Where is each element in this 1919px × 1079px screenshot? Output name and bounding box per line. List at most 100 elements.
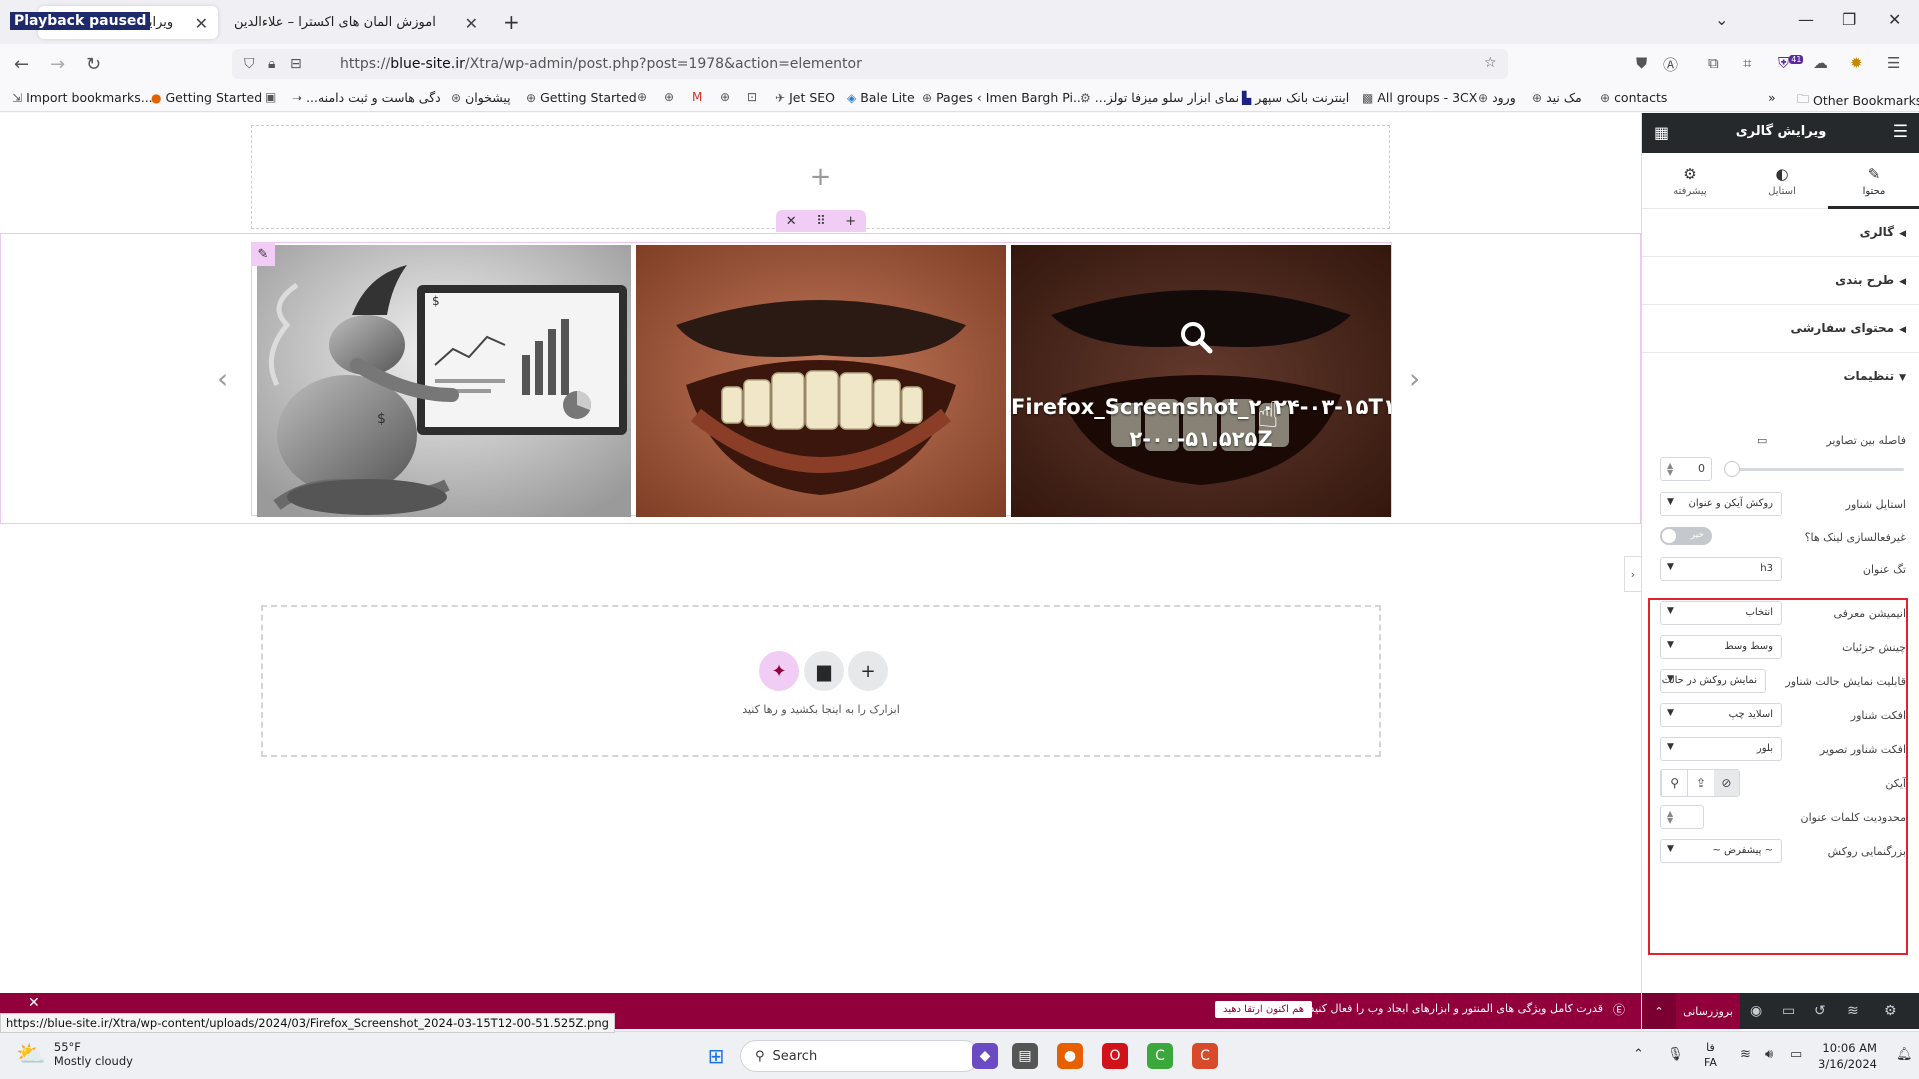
wifi-icon[interactable]: ≋: [1740, 1047, 1751, 1062]
hamburger-icon[interactable]: ☰: [1893, 122, 1908, 142]
notifications-icon[interactable]: 🔔︎: [1896, 1047, 1913, 1062]
search-icon[interactable]: [1179, 320, 1213, 358]
gallery-image-genie[interactable]: $ $: [257, 245, 631, 517]
section-layout[interactable]: ◀طرح بندی: [1642, 257, 1919, 305]
bookmark-star-icon[interactable]: ☆: [1484, 55, 1497, 71]
section-handle[interactable]: ✕ ⠿ +: [776, 210, 866, 232]
battery-icon[interactable]: ▭: [1790, 1047, 1802, 1062]
lightbox-select[interactable]: ▼ ~ پیشفرض ~: [1660, 839, 1782, 863]
section-custom-content[interactable]: ◀محتوای سفارشی: [1642, 305, 1919, 353]
bookmark-hosting[interactable]: ➝ ...دگی هاست و ثبت دامنه: [292, 90, 441, 105]
back-icon[interactable]: ←: [14, 54, 29, 75]
ai-sparkle-icon[interactable]: ✦: [759, 651, 799, 691]
taskbar-clock[interactable]: 10:06 AM 3/16/2024: [1818, 1040, 1877, 1072]
pocket-icon[interactable]: ⛊: [1636, 54, 1647, 72]
drag-handle-icon[interactable]: ⠿: [816, 214, 826, 229]
lock-icon[interactable]: 🔒︎: [268, 56, 275, 72]
upgrade-now-button[interactable]: هم اکنون ارتقا دهید: [1215, 1001, 1313, 1018]
intro-animation-select[interactable]: ▼ انتخاب: [1660, 601, 1782, 625]
bookmark-login[interactable]: ⊕ ورود: [1478, 90, 1516, 105]
publish-options-icon[interactable]: ⌃: [1642, 993, 1676, 1029]
volume-icon[interactable]: 🔊︎: [1765, 1047, 1773, 1062]
close-icon[interactable]: ✕: [28, 995, 40, 1011]
upload-icon[interactable]: ⇪: [1687, 770, 1713, 796]
preview-eye-icon[interactable]: ◉: [1750, 1003, 1762, 1019]
opera-icon[interactable]: O: [1102, 1043, 1128, 1069]
bookmark-pages[interactable]: ⊕ Pages ‹ Imen Bargh Pi...: [922, 90, 1085, 105]
firefox-taskbar-icon[interactable]: ●: [1057, 1043, 1083, 1069]
windows-start-icon[interactable]: ⊞: [703, 1043, 729, 1069]
restore-icon[interactable]: ❐: [1842, 10, 1856, 29]
overlay-style-select[interactable]: ▼ روکش آیکن و عنوان: [1660, 492, 1782, 516]
edit-widget-icon[interactable]: ✎: [251, 242, 275, 266]
folder-icon[interactable]: ▆: [804, 651, 844, 691]
tray-overflow-icon[interactable]: ⌃: [1633, 1047, 1644, 1062]
weather-widget[interactable]: ⛅ 55°F Mostly cloudy: [16, 1040, 133, 1068]
image-hover-select[interactable]: ▼ بلور: [1660, 737, 1782, 761]
detail-align-select[interactable]: ▼ وسط وسط: [1660, 635, 1782, 659]
hover-effect-select[interactable]: ▼ اسلاید چپ: [1660, 703, 1782, 727]
camtasia-green-icon[interactable]: C: [1147, 1043, 1173, 1069]
section-settings[interactable]: ▼تنظیمات: [1642, 353, 1919, 401]
extension-shield-icon[interactable]: ⛨ 41: [1778, 54, 1804, 72]
gallery-next-arrow[interactable]: ›: [1409, 362, 1420, 395]
bookmark-getting-started-2[interactable]: ⊕ Getting Started: [526, 90, 637, 105]
forward-icon[interactable]: →: [50, 54, 65, 75]
title-tag-select[interactable]: ▼ h3: [1660, 557, 1782, 581]
camtasia-red-icon[interactable]: C: [1192, 1043, 1218, 1069]
section-gallery[interactable]: ◀گالری: [1642, 209, 1919, 257]
responsive-mode-icon[interactable]: ▭: [1782, 1003, 1795, 1019]
bookmarks-overflow-icon[interactable]: »: [1768, 90, 1776, 105]
bookmark-tools[interactable]: ⚙ ...نمای ابزار سلو میزفا تولز: [1080, 90, 1239, 105]
bookmark-globe-2[interactable]: ⊕: [664, 90, 674, 104]
menu-icon[interactable]: ☰: [1887, 54, 1900, 72]
other-bookmarks[interactable]: 🗀︎ Other Bookmarks: [1797, 90, 1919, 111]
bookmark-gmail[interactable]: M: [692, 90, 702, 104]
gap-slider-track[interactable]: [1728, 468, 1904, 471]
bookmark-globe-3[interactable]: ⊕: [720, 90, 730, 104]
update-button[interactable]: بروزرسانی: [1676, 993, 1740, 1029]
gap-slider-handle[interactable]: [1724, 461, 1740, 477]
bookmark-globe-4[interactable]: ⊡: [747, 90, 757, 104]
list-all-tabs-icon[interactable]: ⌄: [1715, 10, 1728, 29]
gallery-prev-arrow[interactable]: ‹: [217, 362, 228, 395]
no-icon[interactable]: ⊘: [1713, 770, 1739, 796]
bookmark-getting-started[interactable]: ● Getting Started: [151, 90, 262, 105]
bookmark-bank[interactable]: ▙ اینترنت بانک سپهر: [1242, 90, 1349, 105]
hover-mode-select[interactable]: ▼نمایش روکش در حالت ش: [1660, 669, 1766, 693]
add-section-icon[interactable]: +: [848, 651, 888, 691]
panel-collapse-icon[interactable]: ›: [1624, 556, 1641, 592]
account-icon[interactable]: Ⓐ: [1663, 54, 1678, 75]
history-icon[interactable]: ↺: [1814, 1003, 1826, 1019]
plus-icon[interactable]: +: [810, 162, 832, 192]
close-icon[interactable]: ✕: [465, 14, 478, 33]
bookmark-globe-1[interactable]: ⊕: [637, 90, 647, 104]
minimize-icon[interactable]: —: [1798, 10, 1814, 29]
url-bar[interactable]: ⛉ 🔒︎ ⊟ https://blue-site.ir/Xtra/wp-admi…: [232, 49, 1508, 79]
navigator-icon[interactable]: ≋: [1847, 1003, 1859, 1019]
close-icon[interactable]: ✕: [786, 214, 797, 229]
bookmark-import[interactable]: ⇲ Import bookmarks...: [12, 90, 153, 105]
extensions-icon[interactable]: ⧉: [1708, 54, 1719, 72]
bookmark-bale-lite[interactable]: ◈ Bale Lite: [847, 90, 915, 105]
bookmark-jet-seo[interactable]: ✈ Jet SEO: [775, 90, 835, 105]
shield-icon[interactable]: ⛉: [244, 56, 255, 72]
gallery-section[interactable]: ✎ ‹ › $ $ Firefox_Screenshot_۲۰۲۴-۰۳-۱۵T…: [0, 233, 1641, 524]
close-window-icon[interactable]: ✕: [1888, 10, 1901, 29]
addon-icon[interactable]: ✹: [1850, 54, 1863, 72]
tab-advanced[interactable]: ⚙ پیشرفته: [1644, 153, 1736, 209]
search-icon[interactable]: ⚲: [1661, 770, 1687, 796]
bookmark-contacts[interactable]: ⊕ contacts: [1600, 90, 1667, 105]
microphone-icon[interactable]: 🎙︎: [1667, 1047, 1684, 1062]
add-section-dropzone[interactable]: ✦ ▆ + ابزارک را به اینجا بکشید و رها کنی…: [261, 605, 1381, 757]
new-tab-icon[interactable]: +: [503, 10, 520, 34]
close-icon[interactable]: ✕: [195, 14, 208, 33]
tab-style[interactable]: ◐ استایل: [1736, 153, 1828, 209]
bookmark-mac-need[interactable]: ⊕ مک نید: [1532, 90, 1582, 105]
stepper-icon[interactable]: ▲ ▼: [1667, 810, 1673, 825]
reload-icon[interactable]: ↻: [86, 54, 101, 75]
gallery-image-smile[interactable]: [636, 245, 1006, 517]
responsive-desktop-icon[interactable]: ▭: [1757, 434, 1767, 447]
copilot-icon[interactable]: ◆: [972, 1043, 998, 1069]
permissions-icon[interactable]: ⊟: [290, 56, 302, 72]
